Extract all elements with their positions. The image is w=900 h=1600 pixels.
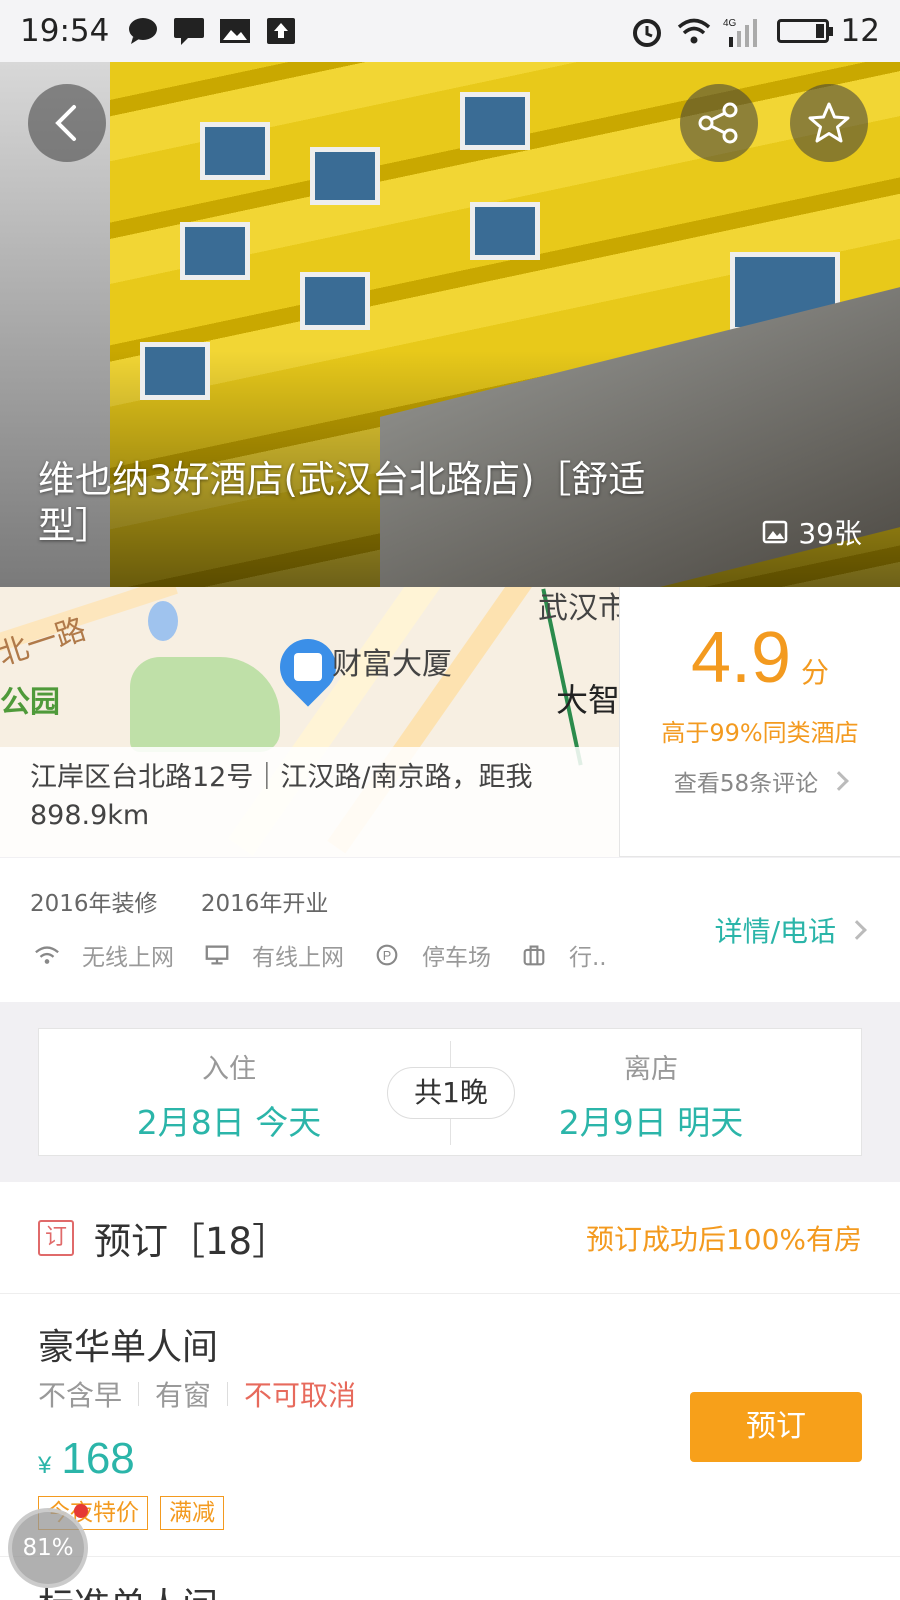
booking-icon: 订 [38,1219,74,1256]
hotel-address: 江岸区台北路12号｜江汉路/南京路，距我898.9km [0,747,619,857]
wifi-icon [35,946,59,964]
message-icon [173,17,205,45]
ethernet-icon [205,945,229,965]
hotel-info: 北一路 公园 财富大厦 武汉市 大智 江岸区台北路12号｜江汉路/南京路，距我8… [0,587,900,857]
hotel-photo[interactable]: 维也纳3好酒店(武汉台北路店)［舒适型］ 39张 [0,62,900,587]
hotel-name: 维也纳3好酒店(武汉台北路店)［舒适型］ [38,458,646,547]
promo-tag: 满减 [160,1496,224,1530]
photo-window [460,92,530,150]
star-icon [808,102,850,143]
date-picker[interactable]: 入住 2月8日 今天 共1晚 离店 2月9日 明天 [38,1028,862,1156]
photo-window [300,272,370,330]
photo-window [470,202,540,260]
details-phone-label: 详情/电话 [714,915,836,948]
currency-symbol: ¥ [38,1452,52,1479]
image-icon [219,17,251,45]
room-item[interactable]: 豪华单人间 不含早 有窗 不可取消 ¥168 今夜特价 满减 预订 [0,1294,900,1557]
hotel-years: 2016年装修 2016年开业 [30,884,364,918]
room-name: 豪华单人间 [38,1327,219,1368]
facilities-section[interactable]: 2016年装修 2016年开业 无线上网 有线上网 P 停车场 行.. 详情/电… [0,858,900,1002]
upload-icon [265,17,297,45]
booking-header: 订 预订［18］ 预订成功后100%有房 [0,1182,900,1294]
tag-separator [138,1382,140,1406]
svg-text:P: P [383,949,391,963]
photo-window [200,122,270,180]
signal-icon: 4G [723,17,763,47]
opened-year: 2016年开业 [200,891,329,917]
photo-count[interactable]: 39张 [762,512,862,552]
checkout-date[interactable]: 离店 2月9日 明天 [461,1047,841,1144]
map-label: 北一路 [0,611,91,673]
book-button[interactable]: 预订 [690,1392,862,1462]
wifi-icon [677,17,710,45]
share-icon [698,102,738,144]
facility-label: 行.. [569,945,607,971]
battery-level: 12 [840,13,880,49]
checkout-label: 离店 [624,1054,678,1085]
luggage-icon [523,945,545,966]
room-tag: 不含早 [38,1379,123,1412]
room-item[interactable]: 标准单人间 [0,1557,900,1600]
reviews-label: 查看58条评论 [673,771,819,797]
room-price: ¥168 [38,1434,135,1484]
chevron-right-icon [829,771,850,791]
facility-item: 有线上网 [204,938,344,972]
photo-count-label: 39张 [798,517,862,550]
chevron-right-icon [847,920,867,940]
battery-icon [776,19,833,43]
facility-item: 行.. [521,938,607,972]
rating-panel[interactable]: 4.9 分 高于99%同类酒店 查看58条评论 [620,587,900,857]
gallery-icon [763,520,788,544]
checkout-value: 2月9日 明天 [558,1103,744,1142]
facility-label: 停车场 [422,945,491,971]
map-lake [148,601,178,641]
checkin-label: 入住 [202,1054,256,1085]
facility-item: 无线上网 [34,938,174,972]
map-label: 武汉市 [538,591,620,626]
share-button[interactable] [680,84,758,162]
back-arrow-icon [55,105,76,141]
date-section: 入住 2月8日 今天 共1晚 离店 2月9日 明天 [0,1002,900,1182]
rating-rank: 高于99%同类酒店 [661,719,859,747]
photo-window [310,147,380,205]
floating-assist-button[interactable]: 81% [8,1508,88,1588]
map-label: 大智 [556,681,620,719]
booking-title: 预订［18］ [94,1219,290,1263]
parking-icon: P [376,944,398,966]
alarm-icon [631,17,663,47]
back-button[interactable] [28,84,106,162]
checkin-date[interactable]: 入住 2月8日 今天 [39,1047,419,1144]
booking-guarantee: 预订成功后100%有房 [585,1222,862,1256]
status-bar: 19:54 4G 12 [0,0,900,62]
notification-dot [74,1504,88,1518]
favorite-button[interactable] [790,84,868,162]
price-value: 168 [61,1434,135,1483]
tag-separator [227,1382,229,1406]
facility-list: 无线上网 有线上网 P 停车场 行.. [34,938,637,972]
facility-label: 无线上网 [82,945,174,971]
reviews-link[interactable]: 查看58条评论 [620,764,900,798]
renovated-year: 2016年装修 [30,891,158,917]
photo-window [140,342,210,400]
photo-window [180,222,250,280]
status-time: 19:54 [20,13,110,49]
rating-unit: 分 [801,657,830,688]
room-tag-cancel-policy: 不可取消 [244,1379,357,1412]
checkin-value: 2月8日 今天 [136,1103,322,1142]
chat-icon [127,17,159,45]
room-tags: 不含早 有窗 不可取消 [38,1374,356,1414]
map-park [130,657,280,752]
rating-score-value: 4.9 [690,618,792,698]
room-tag: 有窗 [155,1379,212,1412]
map-label: 财富大厦 [332,647,452,682]
facility-item: P 停车场 [374,938,491,972]
details-phone-link[interactable]: 详情/电话 [714,910,867,950]
rating-score: 4.9 分 [620,617,900,699]
map-label: 公园 [0,685,60,720]
facility-label: 有线上网 [252,945,344,971]
network-type: 4G [723,18,737,29]
location-map[interactable]: 北一路 公园 财富大厦 武汉市 大智 江岸区台北路12号｜江汉路/南京路，距我8… [0,587,620,857]
